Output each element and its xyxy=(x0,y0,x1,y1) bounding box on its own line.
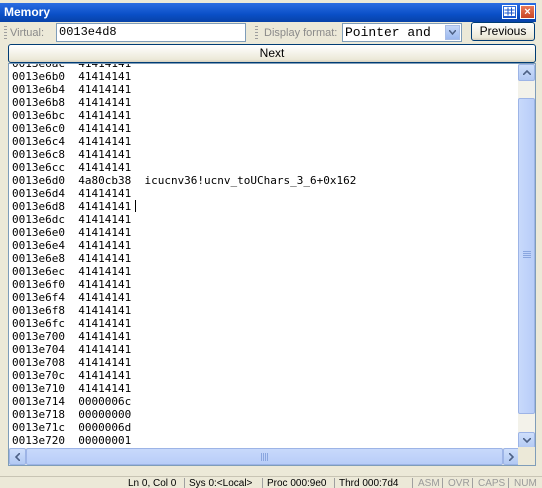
memory-view[interactable]: 0013e6ac 414141410013e6b0 414141410013e6… xyxy=(8,63,536,466)
toolbar: Virtual: 0013e4d8 Display format: Pointe… xyxy=(0,22,536,44)
text-caret xyxy=(135,200,137,212)
memory-line[interactable]: 0013e718 00000000 xyxy=(12,408,520,421)
memory-line-text: 0013e6c4 41414141 xyxy=(12,135,132,148)
memory-line-text: 0013e708 41414141 xyxy=(12,356,132,369)
memory-line[interactable]: 0013e6c4 41414141 xyxy=(12,135,520,148)
memory-line-text: 0013e71c 0000006d xyxy=(12,421,132,434)
memory-line-text: 0013e6d4 41414141 xyxy=(12,187,132,200)
memory-line[interactable]: 0013e6b0 41414141 xyxy=(12,70,520,83)
memory-line-text: 0013e70c 41414141 xyxy=(12,369,132,382)
grid-icon[interactable] xyxy=(502,5,517,19)
memory-line[interactable]: 0013e6f4 41414141 xyxy=(12,291,520,304)
memory-line[interactable]: 0013e6e4 41414141 xyxy=(12,239,520,252)
next-button[interactable]: Next xyxy=(8,44,536,63)
close-icon[interactable]: × xyxy=(520,5,535,19)
memory-line-text: 0013e6e0 41414141 xyxy=(12,226,132,239)
memory-line-text: 0013e6e4 41414141 xyxy=(12,239,132,252)
vertical-scroll-thumb[interactable] xyxy=(518,98,535,414)
memory-line-text: 0013e6bc 41414141 xyxy=(12,109,132,122)
memory-line-text: 0013e714 0000006c xyxy=(12,395,132,408)
memory-line[interactable]: 0013e710 41414141 xyxy=(12,382,520,395)
memory-line[interactable]: 0013e6fc 41414141 xyxy=(12,317,520,330)
virtual-label: Virtual: xyxy=(10,27,45,39)
memory-line[interactable]: 0013e6dc 41414141 xyxy=(12,213,520,226)
memory-line[interactable]: 0013e6bc 41414141 xyxy=(12,109,520,122)
memory-line-text: 0013e6b4 41414141 xyxy=(12,83,132,96)
chevron-down-icon[interactable] xyxy=(445,25,460,40)
memory-line[interactable]: 0013e6d4 41414141 xyxy=(12,187,520,200)
memory-line-text: 0013e6cc 41414141 xyxy=(12,161,132,174)
memory-line-text: 0013e6b0 41414141 xyxy=(12,70,132,83)
memory-line[interactable]: 0013e6e0 41414141 xyxy=(12,226,520,239)
memory-line[interactable]: 0013e6b8 41414141 xyxy=(12,96,520,109)
memory-line-text: 0013e6ec 41414141 xyxy=(12,265,132,278)
memory-line-text: 0013e6e8 41414141 xyxy=(12,252,132,265)
toolbar-grip-2[interactable] xyxy=(255,26,258,40)
memory-line-text: 0013e6fc 41414141 xyxy=(12,317,132,330)
memory-line[interactable]: 0013e6d0 4a80cb38 icucnv36!ucnv_toUChars… xyxy=(12,174,520,187)
memory-line[interactable]: 0013e6f0 41414141 xyxy=(12,278,520,291)
memory-line[interactable]: 0013e704 41414141 xyxy=(12,343,520,356)
memory-line[interactable]: 0013e700 41414141 xyxy=(12,330,520,343)
arrow-up-icon[interactable] xyxy=(518,64,535,81)
title-bar[interactable]: Memory × xyxy=(0,3,536,22)
memory-line-text: 0013e6c8 41414141 xyxy=(12,148,132,161)
memory-line-text: 0013e6c0 41414141 xyxy=(12,122,132,135)
memory-line-text: 0013e6d8 41414141 xyxy=(12,200,132,213)
memory-window: Memory × Virtual: 0013e4d8 Display forma… xyxy=(0,0,542,488)
status-bar: Ln 0, Col 0 Sys 0:<Local> Proc 000:9e0 T… xyxy=(0,476,542,488)
memory-line[interactable]: 0013e6c0 41414141 xyxy=(12,122,520,135)
display-format-label: Display format: xyxy=(264,27,338,39)
memory-line[interactable]: 0013e720 00000001 xyxy=(12,434,520,447)
scroll-corner xyxy=(518,447,535,465)
memory-line[interactable]: 0013e708 41414141 xyxy=(12,356,520,369)
memory-line-text: 0013e6f4 41414141 xyxy=(12,291,132,304)
memory-line-text: 0013e6f0 41414141 xyxy=(12,278,132,291)
virtual-address-input[interactable]: 0013e4d8 xyxy=(56,23,246,42)
horizontal-scroll-thumb[interactable] xyxy=(26,448,503,465)
window-title: Memory xyxy=(4,5,51,19)
horizontal-scrollbar[interactable] xyxy=(9,448,520,465)
memory-line[interactable]: 0013e6e8 41414141 xyxy=(12,252,520,265)
memory-lines[interactable]: 0013e6ac 414141410013e6b0 414141410013e6… xyxy=(9,64,520,451)
memory-line-text: 0013e700 41414141 xyxy=(12,330,132,343)
memory-line-text: 0013e718 00000000 xyxy=(12,408,132,421)
memory-line-text: 0013e6f8 41414141 xyxy=(12,304,132,317)
memory-line-text: 0013e710 41414141 xyxy=(12,382,132,395)
memory-line[interactable]: 0013e6ec 41414141 xyxy=(12,265,520,278)
memory-line-text: 0013e6b8 41414141 xyxy=(12,96,132,109)
arrow-left-icon[interactable] xyxy=(9,448,26,465)
vertical-scrollbar[interactable] xyxy=(518,64,535,449)
memory-line[interactable]: 0013e70c 41414141 xyxy=(12,369,520,382)
display-format-select[interactable]: Pointer and xyxy=(342,23,462,42)
toolbar-grip[interactable] xyxy=(4,26,7,40)
memory-line[interactable]: 0013e6c8 41414141 xyxy=(12,148,520,161)
memory-line-text: 0013e720 00000001 xyxy=(12,434,132,447)
memory-line[interactable]: 0013e6f8 41414141 xyxy=(12,304,520,317)
memory-line-text: 0013e704 41414141 xyxy=(12,343,132,356)
memory-line[interactable]: 0013e6b4 41414141 xyxy=(12,83,520,96)
memory-line[interactable]: 0013e714 0000006c xyxy=(12,395,520,408)
memory-line-text: 0013e6dc 41414141 xyxy=(12,213,132,226)
display-format-value: Pointer and xyxy=(345,25,431,40)
memory-line-text: 0013e6d0 4a80cb38 icucnv36!ucnv_toUChars… xyxy=(12,174,357,187)
memory-line[interactable]: 0013e6d8 41414141 xyxy=(12,200,520,213)
memory-line[interactable]: 0013e71c 0000006d xyxy=(12,421,520,434)
previous-button[interactable]: Previous xyxy=(471,22,535,41)
memory-line[interactable]: 0013e6cc 41414141 xyxy=(12,161,520,174)
